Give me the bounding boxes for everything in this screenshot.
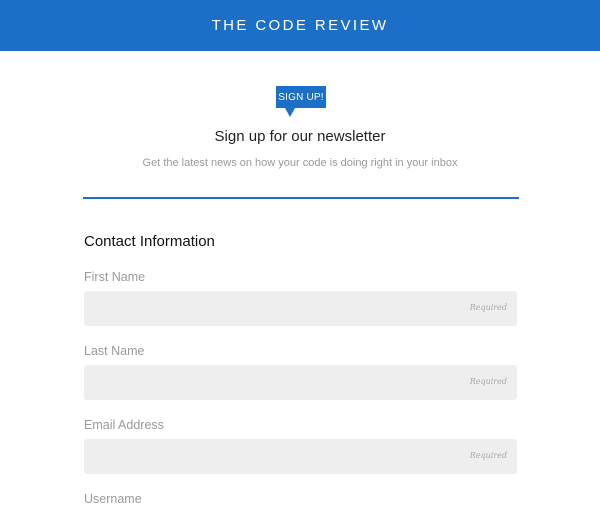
- first-name-field: First Name Required: [84, 270, 518, 326]
- section-title: Contact Information: [84, 233, 215, 250]
- site-title: THE CODE REVIEW: [211, 17, 389, 34]
- newsletter-title: Sign up for our newsletter: [214, 128, 386, 145]
- last-name-input[interactable]: [84, 365, 517, 400]
- email-input[interactable]: [84, 439, 517, 474]
- required-hint: Required: [469, 377, 507, 386]
- email-label: Email Address: [84, 418, 164, 432]
- first-name-input-wrapper: Required: [84, 291, 517, 326]
- signup-badge-tail: [285, 108, 295, 117]
- email-field: Email Address Required: [84, 418, 518, 474]
- last-name-input-wrapper: Required: [84, 365, 517, 400]
- email-input-wrapper: Required: [84, 439, 517, 474]
- last-name-label: Last Name: [84, 344, 145, 358]
- section-divider: [83, 197, 519, 199]
- required-hint: Required: [469, 451, 507, 460]
- signup-badge: SIGN UP!: [276, 86, 326, 108]
- signup-form: Contact Information First Name Required …: [84, 232, 518, 506]
- first-name-label: First Name: [84, 270, 146, 284]
- site-header: THE CODE REVIEW: [0, 0, 600, 51]
- newsletter-subtitle: Get the latest news on how your code is …: [142, 157, 458, 169]
- username-field: Username: [84, 492, 518, 506]
- username-label: Username: [84, 492, 142, 506]
- last-name-field: Last Name Required: [84, 344, 518, 400]
- first-name-input[interactable]: [84, 291, 517, 326]
- required-hint: Required: [469, 303, 507, 312]
